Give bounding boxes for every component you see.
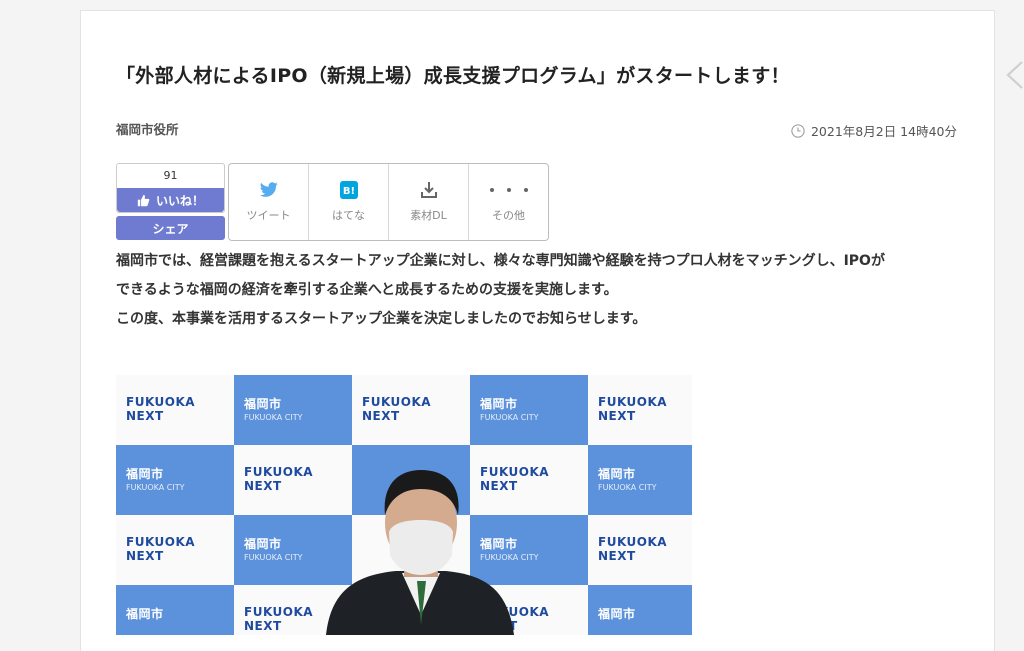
article-body: 福岡市では、経営課題を抱えるスタートアップ企業に対し、様々な専門知識や経験を持つ… [116, 247, 976, 334]
download-icon [420, 182, 437, 198]
thumbs-up-icon [137, 194, 150, 206]
body-line: できるような福岡の経済を牽引する企業へと成長するための支援を実施します。 [116, 282, 618, 298]
body-line: 福岡市では、経営課題を抱えるスタートアップ企業に対し、様々な専門知識や経験を持つ… [116, 253, 885, 269]
svg-text:B!: B! [342, 186, 354, 197]
like-button-label: いいね！ [155, 193, 204, 208]
author-link[interactable]: 福岡市役所 [116, 119, 179, 138]
hatena-bookmark-icon: B! [339, 181, 358, 199]
more-label: その他 [492, 209, 525, 222]
tweet-button[interactable]: ツイート [229, 164, 309, 240]
like-button[interactable]: いいね！ [117, 188, 224, 212]
more-button[interactable]: その他 [469, 164, 548, 240]
more-dots-icon [489, 188, 528, 192]
clock-icon [791, 123, 805, 138]
press-conference-photo[interactable]: FUKUOKA NEXT 福岡市 FUKUOKA CITY FUKUOKA NE… [116, 375, 692, 635]
chevron-left-icon[interactable] [1004, 60, 1024, 90]
article-card: 「外部人材によるIPO（新規上場）成長支援プログラム」がスタートします！ 福岡市… [80, 10, 995, 651]
publish-date-text: 2021年8月2日 14時40分 [810, 124, 957, 139]
article-title: 「外部人材によるIPO（新規上場）成長支援プログラム」がスタートします！ [116, 65, 790, 87]
tweet-label: ツイート [246, 209, 291, 222]
share-button[interactable]: シェア [116, 216, 225, 240]
publish-date: 2021年8月2日 14時40分 [791, 121, 957, 140]
material-download-label: 素材DL [410, 209, 447, 222]
share-bar: ツイート B! はてな 素材DL その他 [228, 163, 549, 241]
material-download-button[interactable]: 素材DL [389, 164, 469, 240]
hatena-button[interactable]: B! はてな [309, 164, 389, 240]
hatena-label: はてな [332, 209, 365, 222]
body-line: この度、本事業を活用するスタートアップ企業を決定しましたのでお知らせします。 [116, 311, 647, 327]
like-count: 91 [163, 169, 178, 182]
twitter-bird-icon [259, 182, 278, 197]
speaker-figure [326, 470, 514, 635]
like-box: 91 いいね！ [116, 163, 225, 213]
